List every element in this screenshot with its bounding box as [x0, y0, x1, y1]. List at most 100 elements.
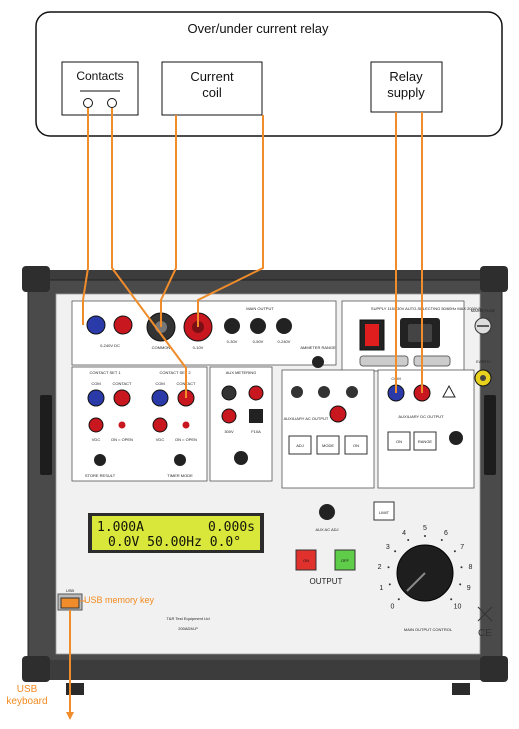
dial-tick-6: 6 [444, 530, 448, 537]
cs1-com-terminal[interactable] [87, 389, 105, 407]
store-result-knob[interactable] [94, 454, 106, 466]
case-corner-br [480, 656, 508, 682]
aux-metering-label: AUX METERING [226, 370, 256, 375]
case-latch-left [66, 683, 84, 695]
relay-title: Over/under current relay [188, 21, 329, 36]
timer-mode-label: TIMER MODE [167, 473, 193, 478]
contact-terminal-1 [83, 98, 93, 108]
diagram-canvas: Over/under current relay Contacts Curren… [22, 11, 508, 720]
current-coil-label-1: Current [190, 69, 234, 84]
usb-keyboard-label-line2: keyboard [6, 696, 48, 707]
dc-adjust-knob[interactable] [449, 431, 463, 445]
aux-dc-output-label: AUXILIARY DC OUTPUT [398, 414, 444, 419]
main-output-label: MAIN OUTPUT [246, 306, 274, 311]
aux-300v-label: 300V [224, 429, 234, 434]
handle-right [484, 395, 496, 475]
case-corner-bl [22, 656, 50, 682]
earth-label: EARTH [476, 359, 490, 364]
earth-terminal-core [480, 375, 486, 381]
ac-com-terminal[interactable] [291, 386, 303, 398]
model-label: 200ADM-P [178, 626, 198, 631]
usb-memory-key-label: USB memory key [84, 595, 155, 605]
range-50v-label: 0-50V [253, 339, 264, 344]
dial-tick-4: 4 [402, 530, 406, 537]
output-on-label: ON [303, 558, 309, 563]
cs1-contact-label: CONTACT [112, 381, 132, 386]
range-30v-label: 0-30V [227, 339, 238, 344]
ac-on-label: ON [353, 443, 359, 448]
cs1-contact-terminal[interactable] [113, 389, 131, 407]
ac-red-terminal[interactable] [329, 405, 347, 423]
main-output-control-label: MAIN OUTPUT CONTROL [404, 627, 453, 632]
range-240v-label: 0-240V [278, 339, 291, 344]
cs1-indicator [118, 421, 126, 429]
dc-blue-terminal[interactable] [86, 315, 106, 335]
dial-tick-mark [450, 598, 453, 601]
aux-ac-adj-label: AUX AC ADJ [315, 527, 338, 532]
output-label: OUTPUT [310, 577, 343, 586]
diagram: Over/under current relay Contacts Curren… [0, 0, 519, 724]
cs1-vdc-label: VDC [92, 437, 101, 442]
ac-t2-terminal[interactable] [346, 386, 358, 398]
supply-label: SUPPLY 115/230V AUTO-SELECTING 50/60Hz M… [371, 306, 481, 311]
dc-range-label-btn: RANGE [418, 439, 433, 444]
dial-tick-7: 7 [460, 544, 464, 551]
dc-on-label: ON [396, 439, 402, 444]
dc-red-terminal[interactable] [113, 315, 133, 335]
aux-ac-adj-knob[interactable] [319, 504, 335, 520]
aux-5a-terminal[interactable] [248, 385, 264, 401]
case-bottom-rail [26, 660, 504, 680]
ac-mode-label: MODE [322, 443, 334, 448]
db-connector-2 [413, 355, 451, 367]
cs2-com-terminal[interactable] [151, 389, 169, 407]
dial-tick-8: 8 [468, 564, 472, 571]
output-30v-terminal[interactable] [224, 318, 240, 334]
handle-left [40, 395, 52, 475]
dial-tick-mark [424, 535, 426, 537]
usb-keyboard-arrow [66, 712, 74, 720]
usb-port-label: USB [66, 588, 75, 593]
dial-tick-1: 1 [379, 585, 383, 592]
dial-tick-2: 2 [378, 564, 382, 571]
aux-metering-knob[interactable] [234, 451, 248, 465]
mains-fuse-label: MAINS FUSE [471, 308, 496, 313]
power-switch-rocker [365, 324, 379, 346]
mains-inlet-socket [408, 324, 432, 342]
dial-tick-mark [388, 583, 391, 586]
cs1-vdc-terminal[interactable] [88, 417, 104, 433]
range-10v-label: 0-10V [193, 345, 204, 350]
output-50v-terminal[interactable] [250, 318, 266, 334]
ammeter-range-label: AMMETER RANGE [300, 345, 336, 350]
aux-f10a-label: F10A [251, 429, 261, 434]
case-corner-tr [480, 266, 508, 292]
cs2-vdc-terminal[interactable] [152, 417, 168, 433]
dial-tick-10: 10 [454, 604, 462, 611]
cs1-com-label: COM [91, 381, 100, 386]
aux-com-terminal[interactable] [221, 385, 237, 401]
contact-set-1-label: CONTACT SET 1 [89, 370, 121, 375]
store-result-label: STORE RESULT [85, 473, 116, 478]
dial-tick-3: 3 [386, 544, 390, 551]
aux-fuse[interactable] [249, 409, 263, 423]
dial-tick-mark [387, 566, 390, 569]
common-label: COMMON [152, 345, 171, 350]
limit-label: LIMIT [379, 510, 390, 515]
cs1-on-open-label: ON = OPEN [111, 437, 133, 442]
usb-port[interactable] [60, 597, 80, 609]
dial-tick-mark [407, 539, 410, 541]
dial-tick-mark [460, 566, 463, 569]
case-latch-right [452, 683, 470, 695]
dial-tick-mark [459, 583, 462, 586]
dial-tick-5: 5 [423, 525, 427, 532]
aux-v-terminal[interactable] [221, 408, 237, 424]
cs2-vdc-label: VDC [156, 437, 165, 442]
aux-ac-output-label: AUXILIARY AC OUTPUT [284, 416, 329, 421]
brand-label: T&R Test Equipment Ltd [166, 616, 209, 621]
timer-mode-knob[interactable] [174, 454, 186, 466]
output-240v-terminal[interactable] [276, 318, 292, 334]
ammeter-range-knob[interactable] [312, 356, 324, 368]
dial-tick-mark [440, 539, 443, 541]
ac-adj-label: ADJ [296, 443, 304, 448]
relay-supply-label-2: supply [387, 85, 425, 100]
ac-t1-terminal[interactable] [318, 386, 330, 398]
